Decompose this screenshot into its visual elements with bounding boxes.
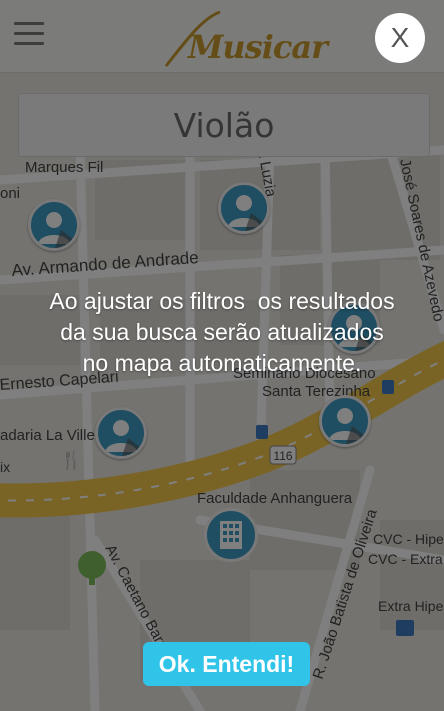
- onboarding-tip: Ao ajustar os filtros os resultados da s…: [0, 286, 444, 379]
- tip-line: no mapa automaticamente.: [82, 350, 362, 376]
- ok-understood-button[interactable]: Ok. Entendi!: [143, 642, 310, 686]
- tip-line: Ao ajustar os filtros os resultados: [49, 288, 395, 314]
- close-button[interactable]: X: [375, 13, 425, 63]
- tip-line: da sua busca serão atualizados: [60, 319, 384, 345]
- app-screen: 116 🍴 Marques Fil oni Av. Armando de And…: [0, 0, 444, 711]
